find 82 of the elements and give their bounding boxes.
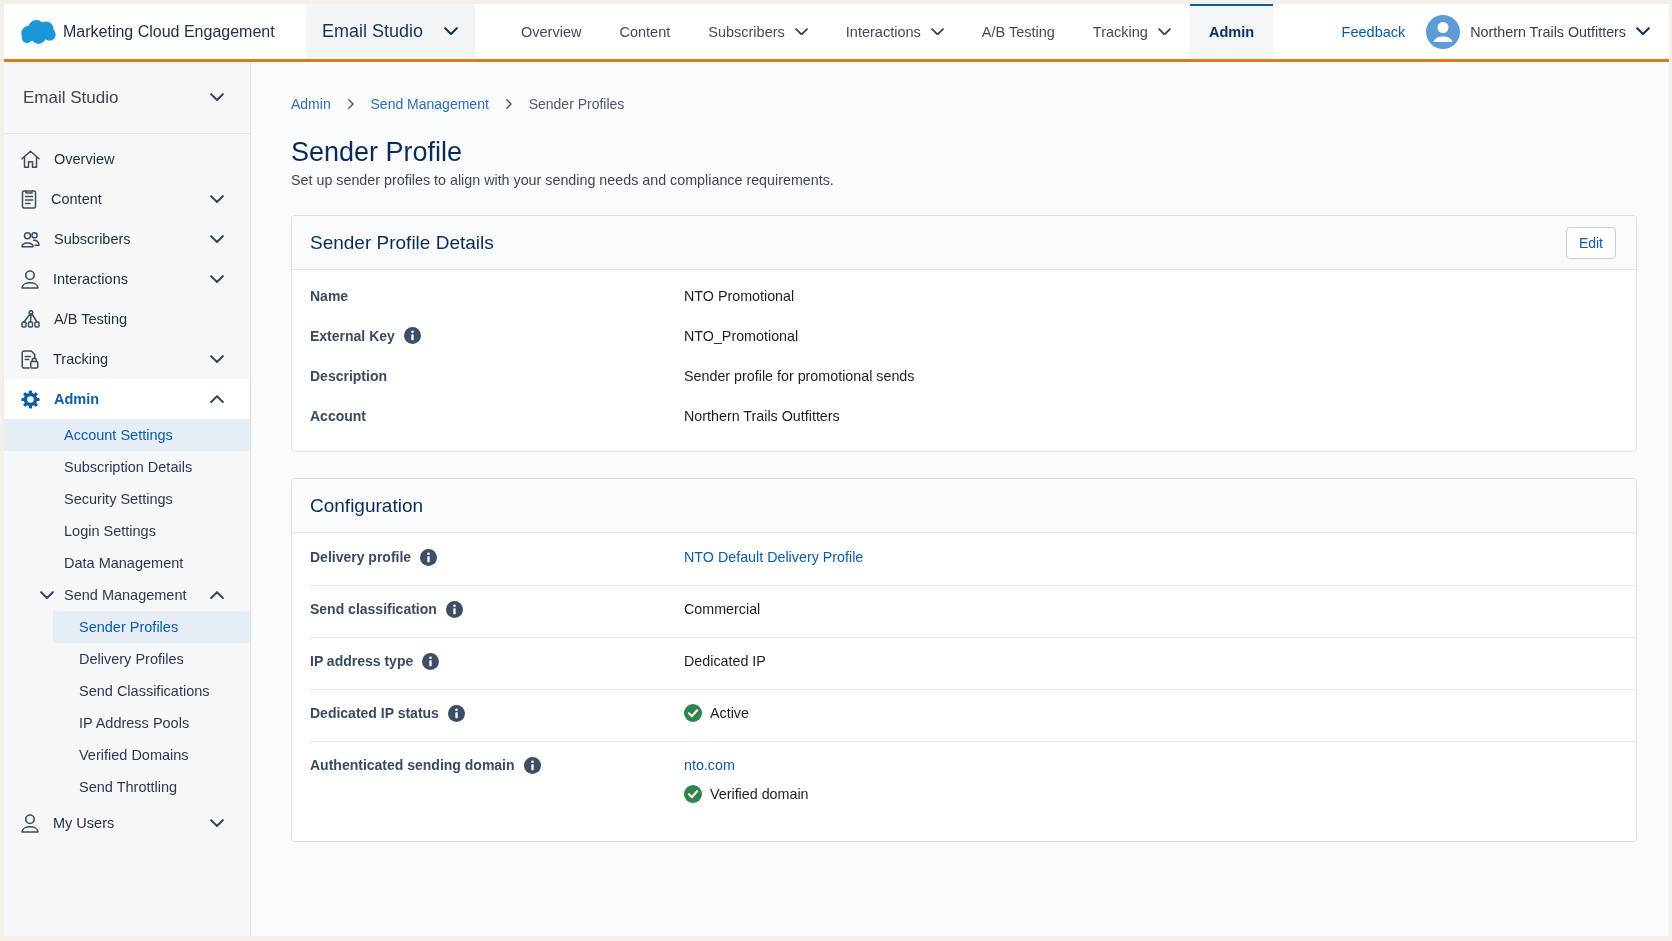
sidebar-subitem[interactable]: Send Classifications — [53, 675, 250, 707]
nav-tab[interactable]: Overview — [502, 4, 601, 59]
card-title: Configuration — [310, 494, 424, 517]
field-value: NTO_Promotional — [684, 326, 799, 346]
sidebar-subitem[interactable]: Delivery Profiles — [53, 643, 250, 675]
chevron-down-icon — [1636, 27, 1650, 36]
avatar-icon — [1426, 14, 1461, 49]
nav-tab[interactable]: Subscribers — [689, 4, 827, 59]
field-label: Authenticated sending domain — [310, 756, 515, 775]
sidebar-subitem[interactable]: Security Settings — [4, 483, 250, 515]
sidebar-subitem[interactable]: Account Settings — [4, 419, 250, 451]
app-name: Marketing Cloud Engagement — [63, 22, 275, 41]
sidebar-subitem[interactable]: Subscription Details — [4, 451, 250, 483]
sidebar-item[interactable]: Subscribers — [4, 219, 250, 259]
sidebar-subitem[interactable]: Verified Domains — [53, 739, 250, 771]
nav-tab[interactable]: Content — [600, 4, 690, 59]
sidebar-subitem[interactable]: Send Throttling — [53, 771, 250, 803]
hierarchy-icon — [21, 310, 40, 328]
nav-tab[interactable]: Interactions — [826, 4, 963, 59]
field-label: Account — [310, 406, 366, 426]
person-icon — [21, 269, 39, 289]
info-icon[interactable] — [445, 600, 463, 618]
cloud-logo-icon — [21, 19, 56, 44]
field-label: Description — [310, 366, 387, 386]
field-label: External Key — [310, 326, 395, 346]
field-label: Send classification — [310, 600, 437, 619]
page-description: Set up sender profiles to align with your sending needs and compliance requirements. — [291, 171, 835, 190]
field-label: Dedicated IP status — [310, 704, 439, 723]
field-value: Sender profile for promotional sends — [684, 366, 915, 386]
chevron-right-icon — [505, 99, 512, 109]
status-text: Active — [710, 704, 749, 723]
sidebar-subitem[interactable]: Sender Profiles — [53, 611, 250, 643]
breadcrumb-link[interactable]: Admin — [291, 96, 331, 112]
info-icon[interactable] — [422, 652, 440, 670]
nav-tab[interactable]: Admin — [1189, 4, 1274, 59]
sidebar-item[interactable]: A/B Testing — [4, 299, 250, 339]
sidebar-item[interactable]: Content — [4, 179, 250, 219]
people-icon — [21, 230, 40, 248]
info-icon[interactable] — [447, 704, 465, 722]
edit-button[interactable]: Edit — [1565, 226, 1616, 259]
value-link[interactable]: nto.com — [684, 755, 735, 775]
settings-icon — [21, 389, 40, 409]
sidebar-subitem[interactable]: IP Address Pools — [53, 707, 250, 739]
nav-tab[interactable]: Tracking — [1073, 4, 1190, 59]
sidebar-subitem[interactable]: Data Management — [4, 547, 250, 579]
sidebar-subitem[interactable]: Login Settings — [4, 515, 250, 547]
sidebar-subitem[interactable]: Send Management — [4, 579, 250, 611]
breadcrumb-current: Sender Profiles — [528, 96, 625, 112]
check-icon — [684, 704, 702, 722]
chevron-down-icon — [444, 27, 458, 36]
info-icon[interactable] — [420, 548, 438, 566]
document-lock-icon — [21, 349, 39, 369]
chevron-down-icon — [210, 93, 224, 102]
field-label: Delivery profile — [310, 548, 412, 567]
home-icon — [21, 149, 40, 169]
sidebar-item[interactable]: Overview — [4, 139, 250, 179]
studio-menu[interactable]: Email Studio — [4, 62, 250, 134]
info-icon[interactable] — [523, 756, 541, 774]
field-label: Name — [310, 286, 349, 306]
field-label: IP address type — [310, 652, 414, 671]
nav-tab[interactable]: A/B Testing — [962, 4, 1074, 59]
studio-switcher[interactable]: Email Studio — [306, 4, 475, 59]
info-icon[interactable] — [403, 327, 421, 344]
card-title: Sender Profile Details — [310, 231, 494, 254]
sidebar-item[interactable]: Tracking — [4, 339, 250, 379]
value-link[interactable]: NTO Default Delivery Profile — [684, 547, 864, 567]
status-text: Verified domain — [710, 785, 809, 804]
field-value: NTO Promotional — [684, 286, 795, 306]
account-menu[interactable]: Northern Trails Outfitters — [1426, 4, 1669, 59]
check-icon — [684, 785, 702, 803]
breadcrumb-link[interactable]: Send Management — [370, 96, 489, 112]
feedback-link[interactable]: Feedback — [1341, 23, 1406, 40]
chevron-right-icon — [347, 99, 354, 109]
document-icon — [21, 189, 37, 209]
field-value: Northern Trails Outfitters — [684, 406, 840, 426]
field-value: Commercial — [684, 600, 761, 619]
sidebar-item[interactable]: My Users — [4, 803, 250, 843]
field-value: Dedicated IP — [684, 652, 766, 671]
page-title: Sender Profile — [291, 136, 464, 168]
person-icon — [21, 813, 39, 833]
sidebar-item[interactable]: Admin — [4, 379, 250, 419]
sidebar-item[interactable]: Interactions — [4, 259, 250, 299]
